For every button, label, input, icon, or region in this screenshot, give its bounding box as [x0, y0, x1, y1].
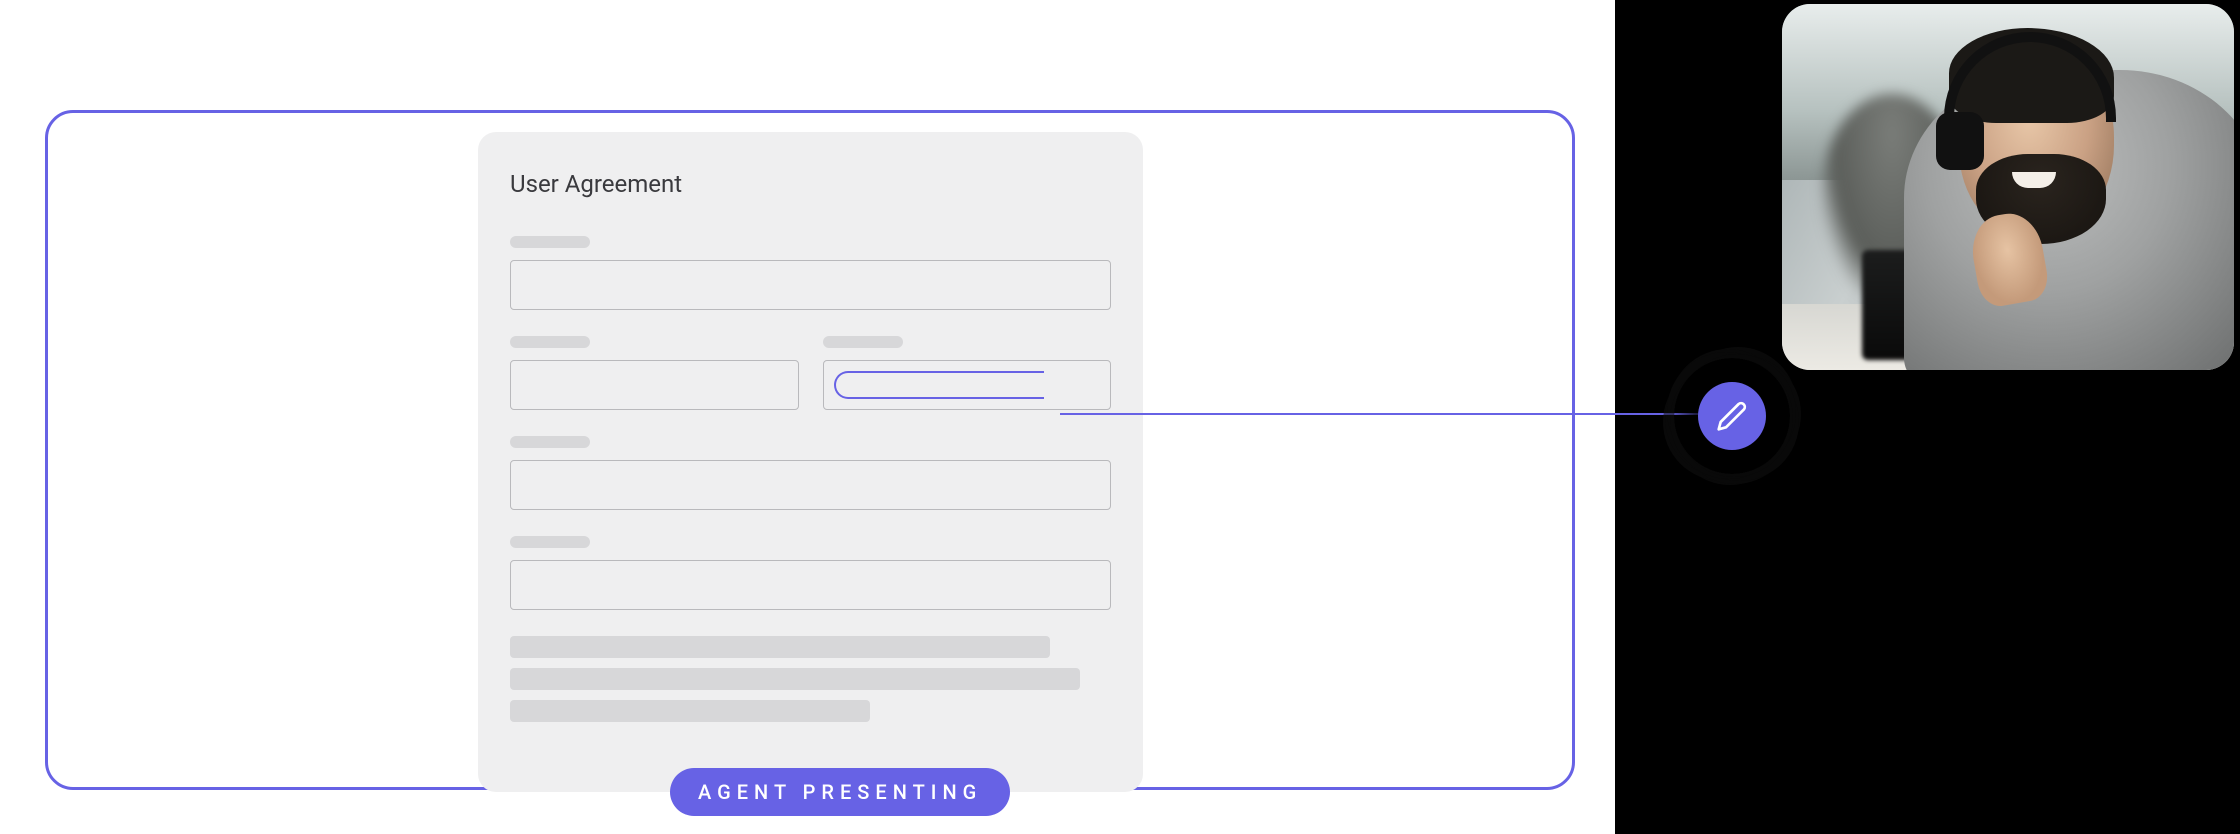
- field-label-placeholder: [510, 436, 590, 448]
- status-label: AGENT PRESENTING: [698, 780, 982, 804]
- edit-badge[interactable]: [1668, 352, 1796, 480]
- field-label-placeholder: [510, 236, 590, 248]
- status-pill: AGENT PRESENTING: [670, 768, 1010, 816]
- pencil-icon: [1716, 400, 1748, 432]
- field-label-placeholder: [510, 536, 590, 548]
- text-input[interactable]: [510, 460, 1111, 510]
- field-label-placeholder: [510, 336, 590, 348]
- text-input[interactable]: [510, 360, 799, 410]
- text-input-highlighted[interactable]: [823, 360, 1112, 410]
- user-agreement-form: User Agreement: [478, 132, 1143, 792]
- text-input[interactable]: [510, 560, 1111, 610]
- field-label-placeholder: [823, 336, 903, 348]
- annotation-connector-line: [1060, 413, 1700, 415]
- agent-video-thumbnail[interactable]: [1782, 4, 2234, 370]
- agreement-text-skeleton: [510, 636, 1111, 722]
- form-title: User Agreement: [510, 170, 1111, 198]
- highlight-cursor: [834, 371, 1044, 399]
- text-input[interactable]: [510, 260, 1111, 310]
